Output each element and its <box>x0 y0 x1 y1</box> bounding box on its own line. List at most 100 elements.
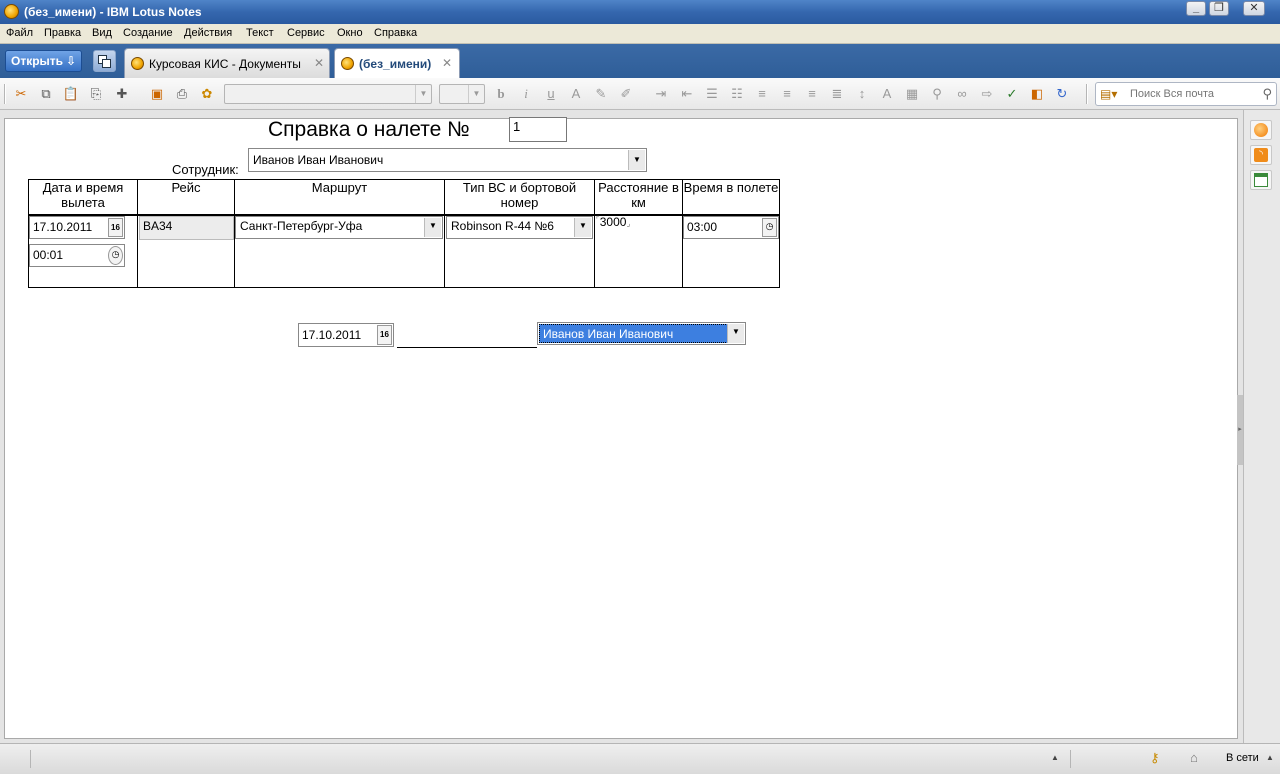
header-flight-time: Время в полете <box>682 179 780 216</box>
menu-tools[interactable]: Сервис <box>287 27 325 39</box>
document-icon <box>341 57 354 70</box>
search-icon[interactable]: ⚲ <box>1262 86 1272 102</box>
calendar-icon[interactable]: 16 <box>108 218 123 237</box>
align-center-icon[interactable]: ≡ <box>778 85 796 103</box>
highlighter-icon[interactable]: ✐ <box>617 85 635 103</box>
font-size-select[interactable]: ▼ <box>439 84 485 104</box>
search-input[interactable] <box>1130 86 1252 102</box>
panel-resize-handle[interactable]: ▸ <box>1237 395 1243 465</box>
justify-icon[interactable]: ≣ <box>828 85 846 103</box>
bold-icon[interactable]: b <box>492 85 510 103</box>
menu-actions[interactable]: Действия <box>184 27 232 39</box>
paste-special-icon[interactable]: ⎘ <box>87 85 105 103</box>
departure-date-field[interactable]: 17.10.2011 16 <box>29 216 125 239</box>
text-color-icon[interactable]: A <box>567 85 585 103</box>
underline-icon[interactable]: u <box>542 85 560 103</box>
sametime-button[interactable] <box>1250 120 1272 140</box>
menu-text[interactable]: Текст <box>246 27 274 39</box>
departure-time-value: 00:01 <box>33 248 64 262</box>
link-icon[interactable]: ∞ <box>953 85 971 103</box>
tab-label: (без_имени) <box>359 57 432 71</box>
key-icon[interactable]: ⚷ <box>1150 750 1160 766</box>
minimize-button[interactable]: _ <box>1186 1 1206 16</box>
copy-icon[interactable]: ⧉ <box>37 85 55 103</box>
employee-select[interactable]: Иванов Иван Иванович ▼ <box>248 148 647 172</box>
flight-time-field[interactable]: 03:00 ◷ <box>683 216 779 239</box>
table-icon[interactable]: ▦ <box>903 85 921 103</box>
tab-untitled[interactable]: (без_имени) ✕ <box>334 48 460 78</box>
departure-date-value: 17.10.2011 <box>33 220 93 234</box>
spelling-abc-icon[interactable]: ✓ <box>1003 85 1021 103</box>
dropdown-arrow-icon: ▼ <box>628 150 645 170</box>
feeds-button[interactable]: ◝ <box>1250 145 1272 165</box>
refresh-icon[interactable]: ↻ <box>1053 85 1071 103</box>
menu-create[interactable]: Создание <box>123 27 173 39</box>
departure-time-field[interactable]: 00:01 ◷ <box>29 244 125 267</box>
align-right-icon[interactable]: ≡ <box>803 85 821 103</box>
status-menu-arrow-icon[interactable]: ▲ <box>1266 753 1274 762</box>
form-title: Справка о налете № <box>268 118 470 141</box>
flight-field[interactable]: BA34 <box>139 216 234 240</box>
cut-icon[interactable]: ✂ <box>12 85 30 103</box>
restore-button[interactable]: ❐ <box>1209 1 1229 16</box>
spell-check-icon[interactable]: ✿ <box>198 85 216 103</box>
close-tab-icon[interactable]: ✕ <box>442 56 452 70</box>
menu-window[interactable]: Окно <box>337 27 363 39</box>
route-select[interactable]: Санкт-Петербург-Уфа ▼ <box>235 216 443 239</box>
network-status[interactable]: В сети <box>1226 752 1259 764</box>
lotus-notes-app-icon <box>4 4 19 19</box>
bullet-list-icon[interactable]: ☰ <box>703 85 721 103</box>
sidebar-panel: ▸ ◝ <box>1237 110 1280 743</box>
header-flight: Рейс <box>137 179 235 216</box>
font-family-select[interactable]: ▼ <box>224 84 432 104</box>
aircraft-select[interactable]: Robinson R-44 №6 ▼ <box>446 216 593 239</box>
save-icon[interactable]: ▣ <box>148 85 166 103</box>
signer-select[interactable]: Иванов Иван Иванович ▼ <box>537 322 746 345</box>
indent-icon[interactable]: ⇥ <box>652 85 670 103</box>
align-left-icon[interactable]: ≡ <box>753 85 771 103</box>
search-box[interactable]: ▤▾ ⚲ <box>1095 82 1277 106</box>
open-button[interactable]: Открыть ⇩ <box>5 50 82 72</box>
close-button[interactable]: ✕ <box>1243 1 1265 16</box>
calendar-day-icon <box>1254 173 1268 187</box>
stack-tabs-button[interactable] <box>93 50 116 72</box>
location-icon[interactable]: ⌂ <box>1190 750 1198 765</box>
print-icon[interactable]: ⎙ <box>173 85 191 103</box>
close-tab-icon[interactable]: ✕ <box>314 56 324 70</box>
outdent-icon[interactable]: ⇤ <box>678 85 696 103</box>
distance-value: 3000 <box>599 215 627 229</box>
attach-icon[interactable]: ⚲ <box>928 85 946 103</box>
status-bar: ▲ ⚷ ⌂ В сети ▲ <box>0 743 1280 774</box>
new-icon[interactable]: ✚ <box>113 85 131 103</box>
header-aircraft: Тип ВС и бортовой номер <box>444 179 595 216</box>
menu-help[interactable]: Справка <box>374 27 417 39</box>
arrow-down-icon: ⇩ <box>65 54 76 68</box>
status-up-arrow-icon[interactable]: ▲ <box>1051 753 1059 762</box>
menu-edit[interactable]: Правка <box>44 27 81 39</box>
tab-kis-documents[interactable]: Курсовая КИС - Документы ✕ <box>124 48 330 78</box>
paste-icon[interactable]: 📋 <box>62 85 80 103</box>
day-at-glance-button[interactable] <box>1250 170 1272 190</box>
clock-icon[interactable]: ◷ <box>108 246 123 265</box>
clock-icon[interactable]: ◷ <box>762 218 777 237</box>
aircraft-value: Robinson R-44 №6 <box>451 219 554 233</box>
menu-file[interactable]: Файл <box>6 27 33 39</box>
header-distance: Расстояние в км <box>594 179 683 216</box>
line-spacing-icon[interactable]: ↕ <box>853 85 871 103</box>
calendar-icon[interactable]: 16 <box>377 325 392 345</box>
menu-view[interactable]: Вид <box>92 27 112 39</box>
format-icon[interactable]: ◧ <box>1028 85 1046 103</box>
signature-line <box>397 347 537 348</box>
numbered-list-icon[interactable]: ☷ <box>728 85 746 103</box>
distance-field[interactable]: ⌜3000⌟ <box>596 215 640 231</box>
report-date-field[interactable]: 17.10.2011 16 <box>298 323 394 347</box>
database-icon <box>131 57 144 70</box>
insert-icon[interactable]: ⇨ <box>978 85 996 103</box>
italic-icon[interactable]: i <box>517 85 535 103</box>
rss-feed-icon: ◝ <box>1254 148 1268 162</box>
report-number-field[interactable]: 1 <box>509 117 567 142</box>
search-scope-icon[interactable]: ▤▾ <box>1100 87 1117 101</box>
field-end-bracket-icon: ⌟ <box>626 219 631 228</box>
text-style-icon[interactable]: A <box>878 85 896 103</box>
highlight-icon[interactable]: ✎ <box>592 85 610 103</box>
